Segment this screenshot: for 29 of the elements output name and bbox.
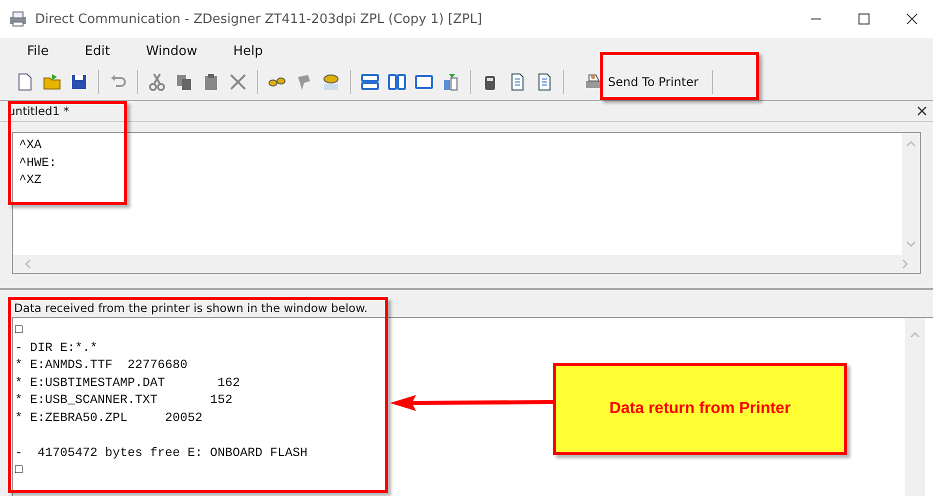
open-folder-icon[interactable] — [41, 72, 63, 92]
vertical-scrollbar[interactable] — [905, 318, 925, 496]
window-title: Direct Communication - ZDesigner ZT411-203dpi ZPL (Copy 1) [ZPL] — [35, 12, 482, 26]
code-editor[interactable]: ^XA ^HWE: ^XZ — [12, 132, 921, 274]
code-line: ^HWE: — [19, 154, 57, 172]
output-line: □ — [15, 322, 23, 339]
output-line: - 41705472 bytes free E: ONBOARD FLASH — [15, 444, 308, 462]
output-line: * E:USBTIMESTAMP.DAT 162 — [15, 374, 240, 392]
maximize-icon[interactable] — [858, 13, 870, 25]
output-line: □ — [15, 462, 23, 479]
close-icon[interactable] — [917, 106, 927, 116]
output-line: * E:ZEBRA50.ZPL 20052 — [15, 410, 203, 426]
menu-item[interactable]: Edit — [84, 44, 110, 58]
columns-layout-icon[interactable] — [386, 72, 408, 92]
printer-icon — [9, 11, 27, 27]
window-icon[interactable] — [413, 72, 435, 92]
output-line: * E:USB_SCANNER.TXT 152 — [15, 392, 233, 409]
menu-item[interactable]: File — [27, 44, 49, 58]
code-line: ^XZ — [19, 172, 42, 189]
close-icon[interactable] — [906, 13, 918, 25]
output-line: * E:ANMDS.TTF 22776680 — [15, 357, 188, 374]
menu-item[interactable]: Window — [146, 44, 198, 58]
menu-item[interactable]: Help — [233, 44, 263, 58]
output-caption: Data received from the printer is shown in the window below. — [13, 300, 369, 317]
rows-layout-icon[interactable] — [359, 72, 381, 92]
output-line: - DIR E:*.* — [15, 340, 98, 356]
callout-note: Data return from Printer — [553, 363, 847, 455]
cut-icon[interactable] — [146, 72, 168, 92]
code-line: ^XA — [19, 137, 42, 154]
